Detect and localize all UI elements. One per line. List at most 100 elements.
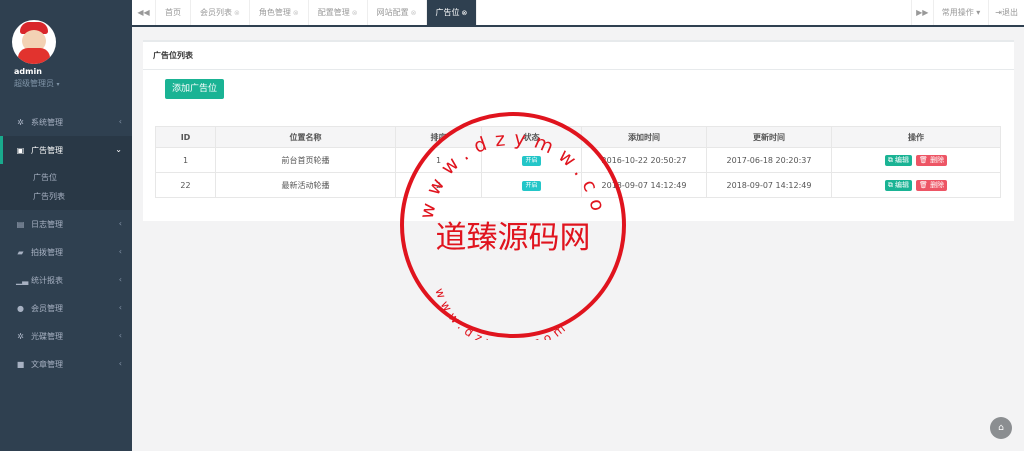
tab-home[interactable]: 首页 bbox=[156, 0, 191, 25]
gear-icon: ✲ bbox=[17, 331, 24, 341]
tab-role-manage[interactable]: 角色管理 ⊗ bbox=[250, 0, 309, 25]
tab-label: 会员列表 bbox=[200, 8, 232, 17]
table-row: 22 最新活动轮播 2 开启 2018-09-07 14:12:49 2018-… bbox=[155, 172, 1001, 198]
edit-label: 编辑 bbox=[895, 155, 910, 164]
user-name: admin bbox=[14, 67, 42, 76]
chevron-left-icon: ‹ bbox=[118, 303, 122, 312]
sidebar-item-auction[interactable]: ▰ 拍拨管理 ‹ bbox=[0, 238, 132, 266]
bar-chart-icon: ▁▃ bbox=[16, 275, 29, 285]
sidebar-item-articles[interactable]: ■ 文章管理 ‹ bbox=[0, 350, 132, 378]
sidebar-nav: ✲ 系统管理 ‹ ▣ 广告管理 ⌄ 广告位 广告列表 ▤ 日志管理 ‹ ▰ 拍拨… bbox=[0, 108, 132, 378]
submenu-item-ad-position[interactable]: 广告位 bbox=[0, 168, 132, 187]
avatar-body bbox=[18, 48, 50, 64]
col-actions: 操作 bbox=[831, 126, 1001, 148]
chevron-left-icon: ‹ bbox=[118, 275, 122, 284]
forward-icon[interactable]: ▶▶ bbox=[910, 0, 933, 25]
stamp-ring-text-bottom: www.dzymw.com bbox=[432, 286, 571, 340]
sidebar-item-logs[interactable]: ▤ 日志管理 ‹ bbox=[0, 210, 132, 238]
sidebar-item-system[interactable]: ✲ 系统管理 ‹ bbox=[0, 108, 132, 136]
edit-label: 编辑 bbox=[895, 180, 910, 189]
trash-icon: 🗑 bbox=[919, 155, 928, 164]
delete-button[interactable]: 🗑 删除 bbox=[916, 154, 948, 166]
close-icon[interactable]: ⊗ bbox=[352, 9, 358, 17]
col-name: 位置名称 bbox=[215, 126, 396, 148]
cell-id: 22 bbox=[155, 172, 216, 198]
tab-label: 角色管理 bbox=[258, 8, 291, 17]
col-updated: 更新时间 bbox=[706, 126, 832, 148]
ad-position-table: ID 位置名称 排序 状态 添加时间 更新时间 操作 1 前台首页轮播 1 开启… bbox=[155, 126, 1001, 198]
user-role-label: 超级管理员 bbox=[14, 79, 54, 88]
profile-area: admin 超级管理员 ▾ bbox=[0, 0, 132, 98]
book-icon: ▰ bbox=[17, 247, 24, 257]
edit-button[interactable]: ⧉ 编辑 bbox=[884, 179, 913, 191]
close-icon[interactable]: ⊗ bbox=[462, 9, 468, 17]
close-icon[interactable]: ⊗ bbox=[293, 9, 299, 17]
sidebar-item-discs[interactable]: ✲ 光碟管理 ‹ bbox=[0, 322, 132, 350]
submenu-item-ad-list[interactable]: 广告列表 bbox=[0, 187, 132, 206]
tab-site-config[interactable]: 网站配置 ⊗ bbox=[368, 0, 427, 25]
image-icon: ▣ bbox=[16, 145, 25, 155]
tab-label: 广告位 bbox=[435, 8, 460, 17]
panel-title: 广告位列表 bbox=[143, 42, 1014, 70]
edit-button[interactable]: ⧉ 编辑 bbox=[884, 154, 913, 166]
cell-status: 开启 bbox=[481, 147, 582, 173]
cell-status: 开启 bbox=[481, 172, 582, 198]
sidebar-item-label: 系统管理 bbox=[31, 117, 63, 127]
close-icon[interactable]: ⊗ bbox=[234, 9, 240, 17]
cell-actions: ⧉ 编辑 🗑 删除 bbox=[831, 172, 1001, 198]
chevron-left-icon: ‹ bbox=[118, 331, 122, 340]
sidebar-item-label: 日志管理 bbox=[31, 219, 63, 229]
copy-icon: ⧉ bbox=[887, 155, 893, 164]
caret-down-icon: ▾ bbox=[56, 81, 60, 88]
signout-icon: ⇥ bbox=[995, 8, 1002, 17]
ads-submenu: 广告位 广告列表 bbox=[0, 164, 132, 210]
gear-icon: ✲ bbox=[17, 117, 24, 127]
cell-sort: 2 bbox=[395, 172, 482, 198]
sidebar-item-label: 文章管理 bbox=[31, 359, 63, 369]
col-status: 状态 bbox=[481, 126, 582, 148]
tab-config-manage[interactable]: 配置管理 ⊗ bbox=[309, 0, 368, 25]
status-badge[interactable]: 开启 bbox=[522, 180, 541, 191]
delete-label: 删除 bbox=[930, 180, 945, 189]
exit-button[interactable]: ⇥退出 bbox=[988, 0, 1024, 25]
cell-name: 前台首页轮播 bbox=[215, 147, 396, 173]
tab-ad-position[interactable]: 广告位 ⊗ bbox=[426, 0, 478, 25]
tab-bar: ◀◀ 首页 会员列表 ⊗ 角色管理 ⊗ 配置管理 ⊗ 网站配置 ⊗ 广告位 ⊗ ▶▶ 常用… bbox=[132, 0, 1024, 27]
cell-id: 1 bbox=[155, 147, 216, 173]
chevron-left-icon: ‹ bbox=[118, 359, 122, 368]
sidebar-item-label: 广告管理 bbox=[31, 145, 63, 155]
user-role-dropdown[interactable]: 超级管理员 ▾ bbox=[14, 78, 60, 89]
chevron-left-icon: ‹ bbox=[118, 219, 122, 228]
cell-updated: 2017-06-18 20:20:37 bbox=[706, 147, 832, 173]
common-ops-label: 常用操作 bbox=[941, 8, 974, 17]
tab-bar-right: ▶▶ 常用操作 ▾ ⇥退出 bbox=[910, 0, 1024, 25]
cell-created: 2016-10-22 20:50:27 bbox=[581, 147, 707, 173]
home-icon[interactable]: ⌂ bbox=[990, 417, 1012, 439]
stamp-center-text: 道臻源码网 bbox=[436, 220, 591, 256]
tab-list: 首页 会员列表 ⊗ 角色管理 ⊗ 配置管理 ⊗ 网站配置 ⊗ 广告位 ⊗ bbox=[156, 0, 478, 25]
cell-sort: 1 bbox=[395, 147, 482, 173]
sidebar: admin 超级管理员 ▾ ✲ 系统管理 ‹ ▣ 广告管理 ⌄ 广告位 广告列表… bbox=[0, 0, 132, 451]
close-icon[interactable]: ⊗ bbox=[411, 9, 417, 17]
sidebar-item-ads[interactable]: ▣ 广告管理 ⌄ bbox=[0, 136, 132, 164]
trash-icon: 🗑 bbox=[919, 180, 928, 189]
tab-member-list[interactable]: 会员列表 ⊗ bbox=[191, 0, 250, 25]
cell-created: 2018-09-07 14:12:49 bbox=[581, 172, 707, 198]
sidebar-item-label: 拍拨管理 bbox=[31, 247, 63, 257]
caret-down-icon: ▾ bbox=[976, 8, 981, 17]
col-id: ID bbox=[155, 126, 216, 148]
common-ops-dropdown[interactable]: 常用操作 ▾ bbox=[932, 0, 989, 25]
list-icon: ■ bbox=[16, 359, 25, 369]
sidebar-item-members[interactable]: ● 会员管理 ‹ bbox=[0, 294, 132, 322]
exit-label: 退出 bbox=[1002, 8, 1018, 17]
sidebar-item-reports[interactable]: ▁▃ 统计报表 ‹ bbox=[0, 266, 132, 294]
delete-button[interactable]: 🗑 删除 bbox=[916, 179, 948, 191]
cell-name: 最新活动轮播 bbox=[215, 172, 396, 198]
ad-position-panel: 广告位列表 添加广告位 ID 位置名称 排序 状态 添加时间 更新时间 操作 1… bbox=[143, 40, 1014, 221]
backward-icon[interactable]: ◀◀ bbox=[132, 0, 156, 25]
avatar[interactable] bbox=[12, 20, 56, 64]
delete-label: 删除 bbox=[930, 155, 945, 164]
status-badge[interactable]: 开启 bbox=[522, 155, 541, 166]
add-ad-position-button[interactable]: 添加广告位 bbox=[165, 79, 225, 99]
table-header-row: ID 位置名称 排序 状态 添加时间 更新时间 操作 bbox=[155, 126, 1001, 148]
